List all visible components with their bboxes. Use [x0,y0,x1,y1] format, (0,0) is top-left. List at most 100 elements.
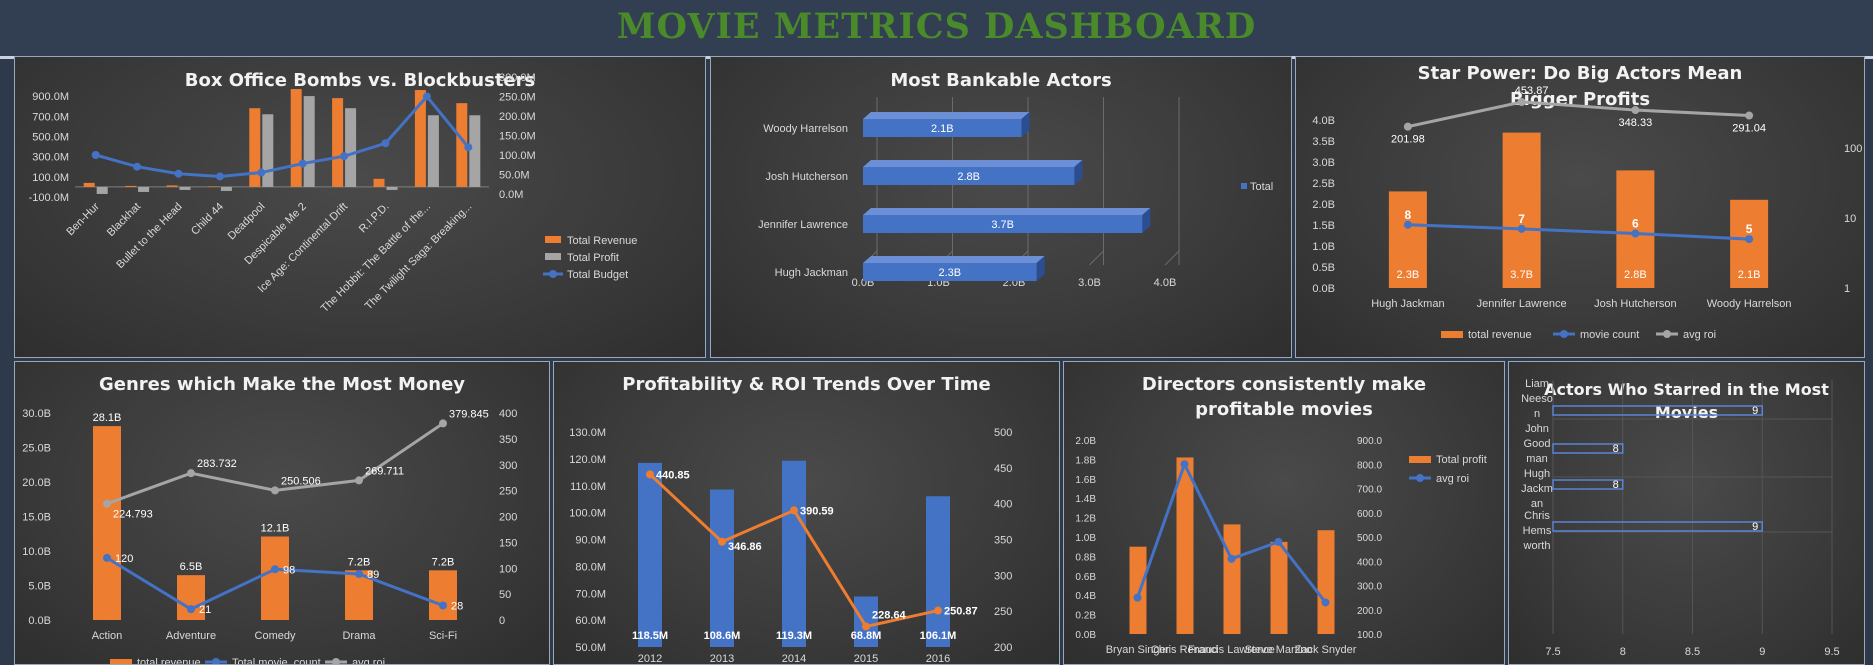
legend-swatch [1409,456,1431,463]
data-label: 7.2B [348,556,371,568]
data-label: 390.59 [800,505,834,517]
x-tick-label: Adventure [166,630,216,642]
x-tick-label: Blackhat [105,201,143,239]
point-avg-roi [1180,460,1189,469]
x-tick-label: 2015 [854,653,878,664]
y-tick-label: 100.0M [569,508,606,520]
data-label: 6 [1632,217,1639,231]
bar-revenue [429,570,457,620]
y2-tick-label: 400.0 [1357,557,1382,568]
bar-revenue [290,89,302,187]
y-tick-label: 0.8B [1075,552,1096,563]
data-label: 108.6M [704,630,741,642]
panel-directors[interactable]: Directors consistently make profitable m… [1063,361,1505,665]
x-tick-label: Woody Harrelson [1707,298,1792,310]
data-label: 250.87 [944,606,978,618]
y-tick-label: 3.5B [1312,136,1335,148]
y2-tick-label: 200.0M [499,111,536,123]
bar-revenue [373,178,385,187]
y-tick-label: 900.0M [32,91,69,103]
x-tick-label: Hugh Jackman [1371,298,1444,310]
bar-top [863,112,1030,119]
panel-star-power[interactable]: Star Power: Do Big Actors Mean Bigger Pr… [1295,56,1865,358]
y2-tick-label: 250 [994,606,1012,618]
x-tick-label: 2013 [710,653,734,664]
bar-revenue [83,182,95,187]
y-tick-label: 80.0M [575,561,606,573]
data-label: 28.1B [93,412,122,424]
y-tick-label: 1.6B [1075,475,1096,486]
y2-tick-label: 350 [499,434,517,446]
y2-tick-label: 400 [499,408,517,420]
point-avg-roi [103,499,111,508]
y2-tick-label: 100 [499,563,517,575]
point-movie-count [1745,235,1754,244]
bar-profit [710,489,734,647]
y2-tick-label: 0 [499,615,505,627]
legend-swatch [545,236,561,243]
legend-marker [1663,330,1671,338]
bar-top [863,160,1083,167]
point-movie-count [1517,224,1526,233]
y2-tick-label: 200 [499,512,517,524]
data-label: 7.2B [432,556,455,568]
gridline-floor [1164,250,1180,266]
legend-label: avg roi [1683,329,1716,341]
y-tick-label: John Good man [1524,423,1551,465]
data-label: 250.506 [281,475,321,487]
legend-label: total revenue [1468,329,1532,341]
point-roi [646,470,654,479]
point-avg-roi [1227,554,1236,563]
point-avg-roi [1274,537,1283,546]
data-label: 224.793 [113,509,153,521]
y-tick-label: 3.0B [1312,157,1335,169]
y2-tick-label: 500 [994,427,1012,439]
data-label: 5 [1746,222,1753,236]
legend-label: Total [1250,181,1273,193]
y-tick-label: 25.0B [22,443,51,455]
panel-genres[interactable]: Genres which Make the Most Money 0.0B 5.0… [14,361,550,665]
panel-bombs-vs-blockbusters[interactable]: Box Office Bombs vs. Blockbusters -100.0… [14,56,706,358]
y2-tick-label: 250 [499,486,517,498]
chart-svg: 7.5 8 8.5 9 9.5 9 Liam Neeso n 8 John Good man 8 Hugh J… [1521,378,1840,658]
line-budget [95,94,470,178]
y-tick-label: 10.0B [22,546,51,558]
y-tick-label: 100.0M [32,172,69,184]
point-budget [133,162,142,171]
x-tick-label: 2012 [638,653,662,664]
point-budget [298,159,307,168]
y-tick-label: 5.0B [28,581,51,593]
data-label: 348.33 [1619,117,1653,129]
panel-most-movies[interactable]: Actors Who Starred in the Most Movies 7.… [1508,361,1865,665]
bar-top [863,256,1045,263]
legend-marker [1416,474,1424,482]
panel-most-bankable-actors[interactable]: Most Bankable Actors 0.0B 1.0B 2.0B 3.0B 4.0… [710,56,1292,358]
bar-profit [1317,530,1335,634]
data-label: 2.1B [1738,269,1761,281]
bar-profit [1129,546,1147,634]
x-tick-label: R.I.P.D. [357,201,392,236]
y-tick-label: Woody Harrelson [763,123,848,135]
y2-tick-label: 300.0 [1357,582,1382,593]
x-tick-label: Comedy [255,630,296,642]
panel-profit-trends[interactable]: Profitability & ROI Trends Over Time 50.… [553,361,1060,665]
line-avg-roi [1407,100,1750,129]
y-tick-label: 700.0M [32,111,69,123]
data-label: 89 [367,569,379,581]
y-tick-label: 15.0B [22,512,51,524]
data-label: 120 [115,553,133,565]
data-label: 8 [1613,479,1619,491]
y-tick-label: 20.0B [22,477,51,489]
bar-profit [386,186,398,190]
x-tick-label: Drama [342,630,376,642]
point-avg-roi [1133,593,1142,602]
line-movie-count [1407,223,1750,241]
x-tick-label: Child 44 [189,201,226,238]
data-label: 8 [1613,443,1619,455]
legend-label: avg roi [1436,473,1469,485]
bar-profit [345,108,357,187]
y-tick-label: 0.6B [1075,572,1096,583]
y-tick-label: 0.0B [1312,283,1335,295]
x-tick-label: 4.0B [1154,277,1177,289]
x-tick-label: 9.5 [1824,646,1839,658]
